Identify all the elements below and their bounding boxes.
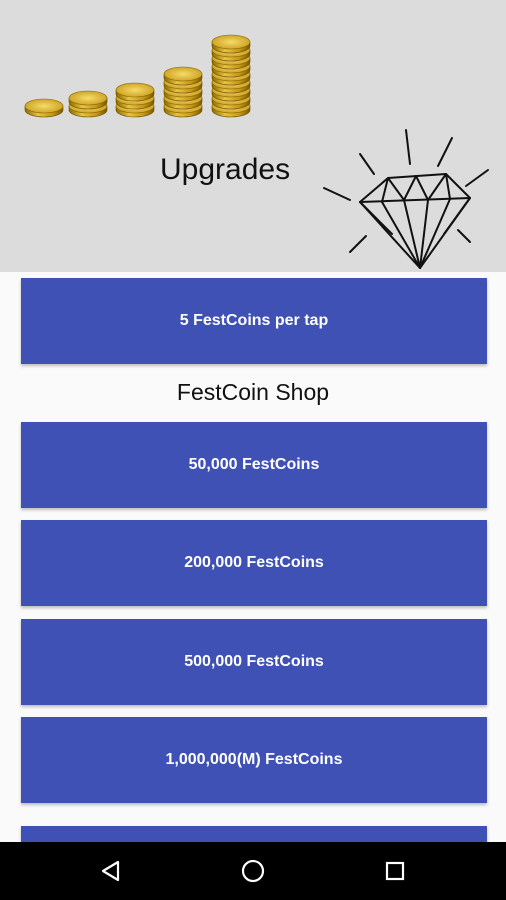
- header: Upgrades: [0, 0, 506, 272]
- back-button[interactable]: [90, 850, 132, 892]
- shop-title: FestCoin Shop: [176, 379, 330, 405]
- shop-item-50000-button[interactable]: 50,000 FestCoins: [21, 422, 487, 508]
- back-icon: [101, 860, 120, 882]
- shop-item-1000000-button[interactable]: 1,000,000(M) FestCoins: [21, 717, 487, 803]
- page-title: Upgrades: [160, 153, 291, 186]
- shop-item-500000-button[interactable]: 500,000 FestCoins: [21, 619, 487, 705]
- coins-stack-icon: [24, 34, 251, 118]
- shop-item-200000-button[interactable]: 200,000 FestCoins: [21, 520, 487, 606]
- navigation-bar: [0, 842, 506, 900]
- home-button[interactable]: [232, 850, 274, 892]
- recents-icon: [385, 861, 405, 881]
- diamond-icon: [323, 129, 489, 269]
- home-icon: [241, 859, 265, 883]
- upgrade-per-tap-button[interactable]: 5 FestCoins per tap: [21, 278, 487, 364]
- screen: Upgrades 5 FestCoins per tap FestCoin Sh…: [0, 0, 506, 900]
- recents-button[interactable]: [374, 850, 416, 892]
